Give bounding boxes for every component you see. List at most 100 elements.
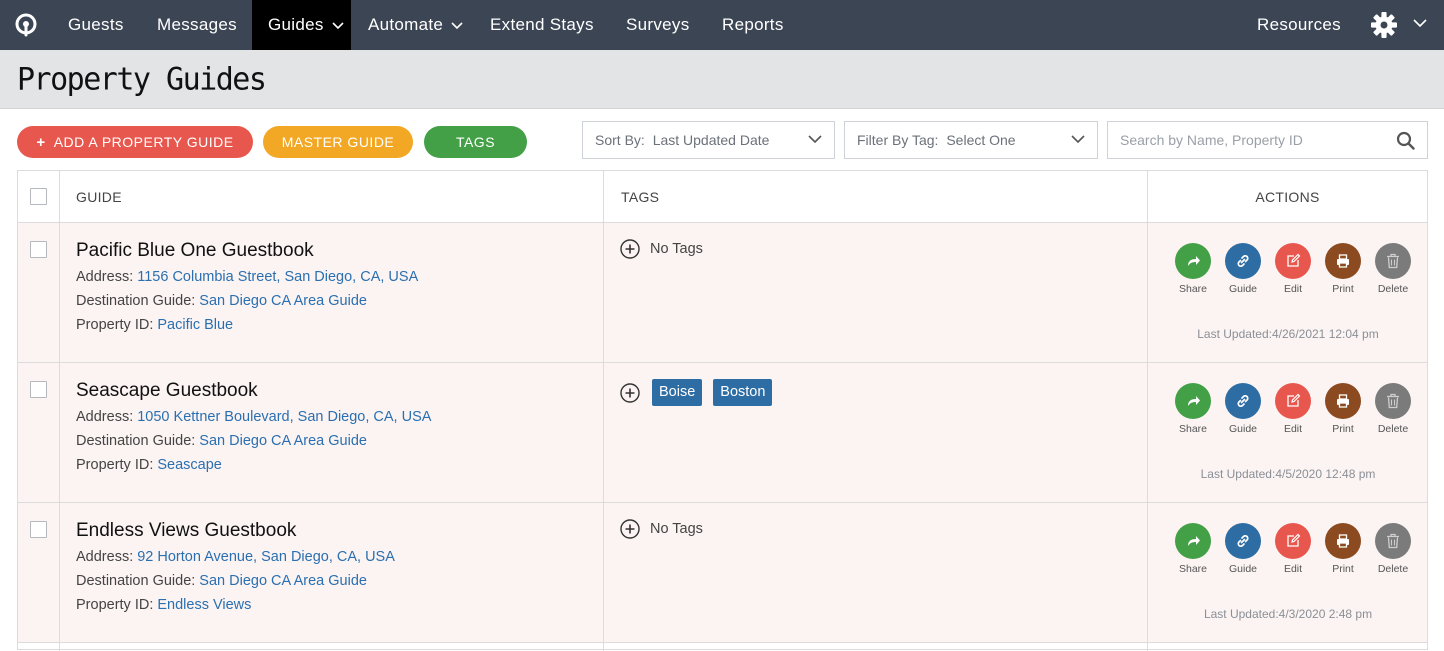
share-label: Share xyxy=(1178,423,1208,435)
destination-link[interactable]: San Diego CA Area Guide xyxy=(199,433,367,449)
share-button[interactable]: Share xyxy=(1168,383,1218,435)
gear-icon[interactable] xyxy=(1370,11,1398,39)
guide-button[interactable]: Guide xyxy=(1218,383,1268,435)
app-logo-icon[interactable] xyxy=(14,13,38,37)
tag-badge-boston[interactable]: Boston xyxy=(713,379,773,406)
guide-address: Address: 1156 Columbia Street, San Diego,… xyxy=(76,269,418,285)
edit-button[interactable]: Edit xyxy=(1268,243,1318,295)
last-updated: Last Updated:4/26/2021 12:04 pm xyxy=(1197,327,1379,341)
chevron-down-icon xyxy=(1071,135,1085,144)
sort-by-select[interactable]: Sort By: Last Updated Date xyxy=(582,121,835,159)
page-title: Property Guides xyxy=(17,61,267,98)
property-id-link[interactable]: Endless Views xyxy=(157,597,251,613)
tag-badge-boise[interactable]: Boise xyxy=(652,379,703,406)
share-button[interactable]: Share xyxy=(1168,523,1218,575)
row-checkbox[interactable] xyxy=(30,521,47,538)
nav-guides-label: Guides xyxy=(268,15,324,34)
edit-button[interactable]: Edit xyxy=(1268,383,1318,435)
nav-extend-stays[interactable]: Extend Stays xyxy=(490,0,594,50)
tags-button[interactable]: TAGS xyxy=(424,126,527,158)
print-button[interactable]: Print xyxy=(1318,383,1368,435)
table-row: Pacific Blue One Guestbook Address: 1156 … xyxy=(18,223,1427,363)
delete-button[interactable]: Delete xyxy=(1368,243,1418,295)
search-input[interactable] xyxy=(1120,122,1390,158)
search-icon[interactable] xyxy=(1396,131,1415,150)
guide-label: Guide xyxy=(1228,283,1258,295)
guide-destination: Destination Guide: San Diego CA Area Guid… xyxy=(76,293,367,309)
print-icon xyxy=(1325,523,1361,559)
edit-icon xyxy=(1275,243,1311,279)
address-label: Address: xyxy=(76,409,134,425)
print-icon xyxy=(1325,243,1361,279)
master-guide-button[interactable]: MASTER GUIDE xyxy=(263,126,413,158)
trash-icon xyxy=(1375,383,1411,419)
guides-table: GUIDE TAGS ACTIONS Pacific Blue One Gues… xyxy=(17,170,1428,651)
link-icon xyxy=(1225,383,1261,419)
property-id-link[interactable]: Seascape xyxy=(157,457,222,473)
guide-title[interactable]: Seascape Guestbook xyxy=(76,380,258,402)
delete-button[interactable]: Delete xyxy=(1368,523,1418,575)
nav-surveys[interactable]: Surveys xyxy=(626,0,690,50)
chevron-down-icon[interactable] xyxy=(1413,19,1427,28)
trash-icon xyxy=(1375,243,1411,279)
link-icon xyxy=(1225,243,1261,279)
print-button[interactable]: Print xyxy=(1318,523,1368,575)
table-row: Seascape Guestbook Address: 1050 Kettner … xyxy=(18,363,1427,503)
address-link[interactable]: 92 Horton Avenue, San Diego, CA, USA xyxy=(137,549,395,565)
delete-button[interactable]: Delete xyxy=(1368,383,1418,435)
share-label: Share xyxy=(1178,283,1208,295)
edit-button[interactable]: Edit xyxy=(1268,523,1318,575)
edit-icon xyxy=(1275,523,1311,559)
select-all-checkbox[interactable] xyxy=(30,188,47,205)
guide-button[interactable]: Guide xyxy=(1218,243,1268,295)
guide-address: Address: 92 Horton Avenue, San Diego, CA,… xyxy=(76,549,395,565)
last-updated: Last Updated:4/5/2020 12:48 pm xyxy=(1200,467,1376,481)
table-header: GUIDE TAGS ACTIONS xyxy=(18,171,1427,223)
address-link[interactable]: 1050 Kettner Boulevard, San Diego, CA, U… xyxy=(137,409,431,425)
plus-icon: + xyxy=(36,134,46,151)
guide-title[interactable]: Endless Views Guestbook xyxy=(76,520,296,542)
row-checkbox[interactable] xyxy=(30,381,47,398)
add-tag-icon[interactable] xyxy=(620,382,640,403)
delete-label: Delete xyxy=(1377,283,1409,295)
trash-icon xyxy=(1375,523,1411,559)
guide-property-id: Property ID: Endless Views xyxy=(76,597,251,613)
guide-destination: Destination Guide: San Diego CA Area Guid… xyxy=(76,433,367,449)
nav-guests[interactable]: Guests xyxy=(68,0,124,50)
add-tag-icon[interactable] xyxy=(620,239,640,259)
guide-destination: Destination Guide: San Diego CA Area Guid… xyxy=(76,573,367,589)
guide-label: Guide xyxy=(1228,423,1258,435)
guide-title[interactable]: Pacific Blue One Guestbook xyxy=(76,240,314,262)
nav-reports[interactable]: Reports xyxy=(722,0,784,50)
filter-by-tag-label: Filter By Tag: xyxy=(857,132,939,148)
tags-cell: No Tags xyxy=(620,519,703,539)
row-checkbox[interactable] xyxy=(30,241,47,258)
address-link[interactable]: 1156 Columbia Street, San Diego, CA, USA xyxy=(137,269,418,285)
nav-messages[interactable]: Messages xyxy=(157,0,237,50)
guide-label: Guide xyxy=(1228,563,1258,575)
guide-property-id: Property ID: Pacific Blue xyxy=(76,317,233,333)
destination-link[interactable]: San Diego CA Area Guide xyxy=(199,293,367,309)
chevron-down-icon xyxy=(332,21,344,29)
tags-cell: No Tags xyxy=(620,239,703,259)
guide-button[interactable]: Guide xyxy=(1218,523,1268,575)
print-button[interactable]: Print xyxy=(1318,243,1368,295)
property-id-label: Property ID: xyxy=(76,597,154,613)
print-label: Print xyxy=(1332,563,1354,575)
filter-by-tag-select[interactable]: Filter By Tag: Select One xyxy=(844,121,1098,159)
print-label: Print xyxy=(1332,423,1354,435)
destination-label: Destination Guide: xyxy=(76,293,196,309)
chevron-down-icon xyxy=(808,135,822,144)
nav-automate[interactable]: Automate xyxy=(368,0,463,50)
nav-resources[interactable]: Resources xyxy=(1257,0,1341,50)
sort-by-value: Last Updated Date xyxy=(652,132,770,148)
add-property-guide-button[interactable]: + ADD A PROPERTY GUIDE xyxy=(17,126,253,158)
share-icon xyxy=(1175,523,1211,559)
nav-guides[interactable]: Guides xyxy=(252,0,351,50)
property-id-link[interactable]: Pacific Blue xyxy=(157,317,233,333)
destination-link[interactable]: San Diego CA Area Guide xyxy=(199,573,367,589)
destination-label: Destination Guide: xyxy=(76,573,196,589)
top-nav: Guests Messages Guides Automate Extend S… xyxy=(0,0,1444,50)
share-button[interactable]: Share xyxy=(1168,243,1218,295)
add-tag-icon[interactable] xyxy=(620,519,640,539)
